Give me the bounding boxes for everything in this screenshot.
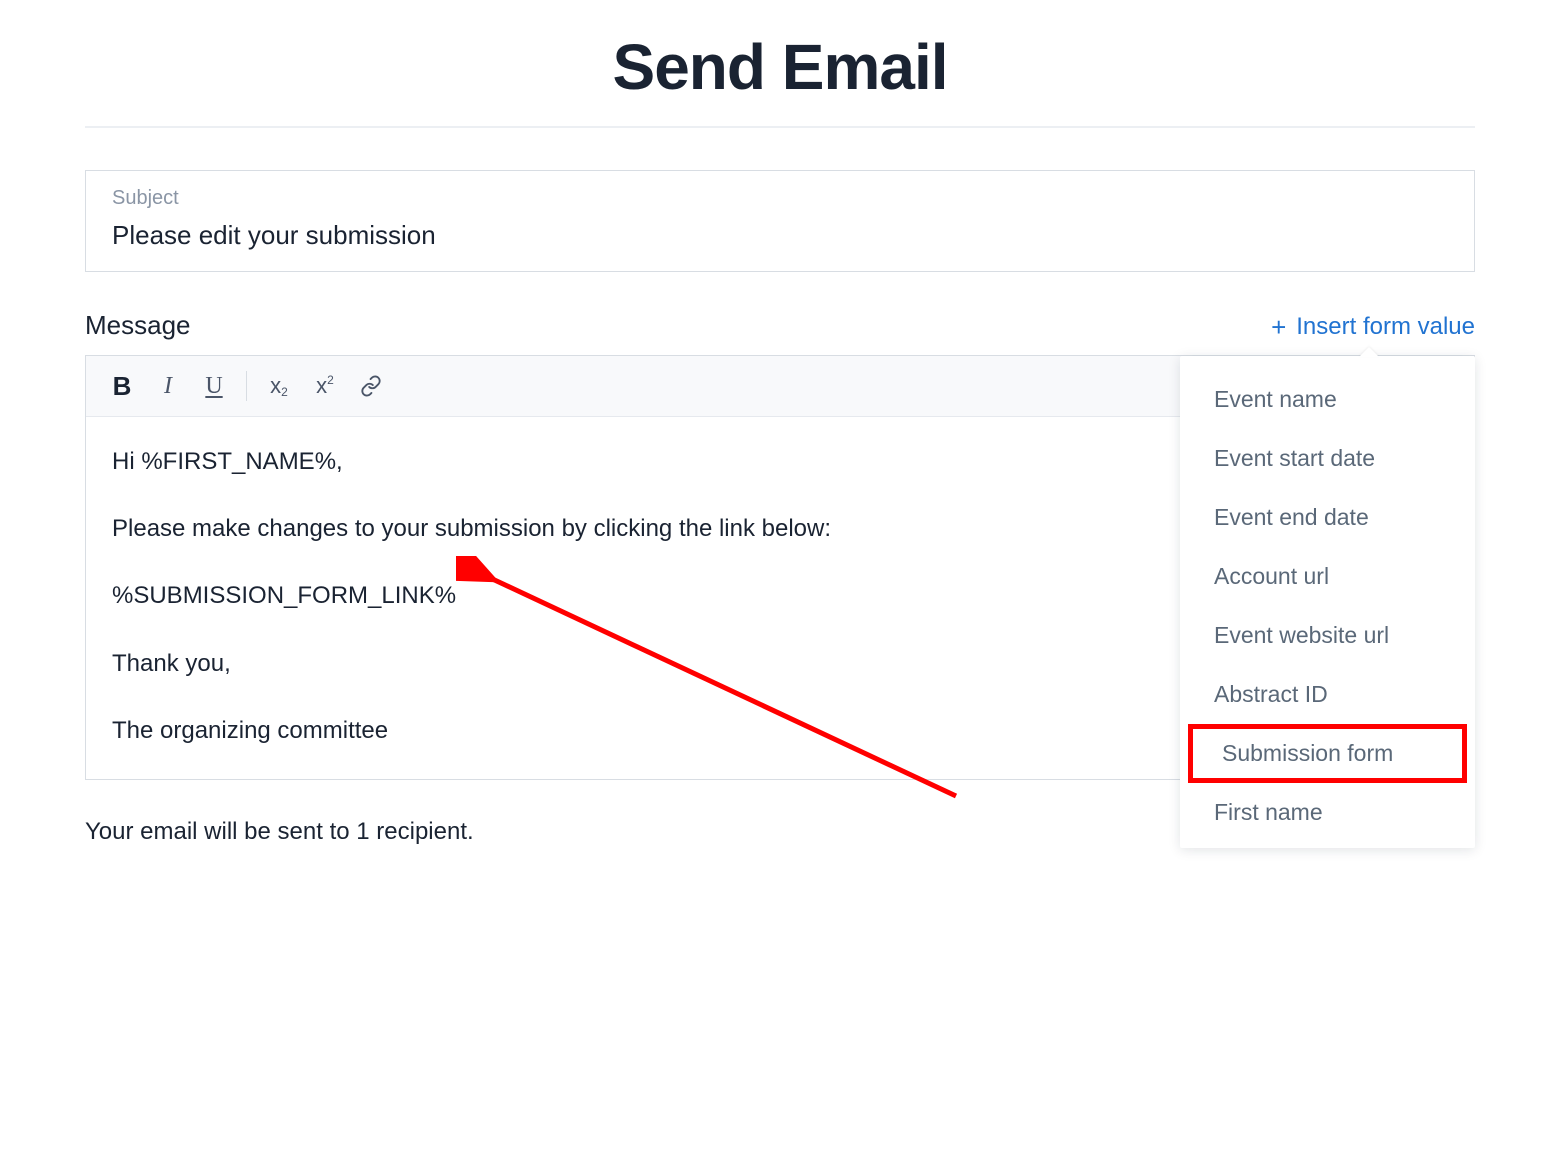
dropdown-item-submission-form[interactable]: Submission form xyxy=(1188,724,1467,783)
insert-form-value-dropdown: Event nameEvent start dateEvent end date… xyxy=(1180,356,1475,848)
subject-label: Subject xyxy=(112,187,1448,210)
divider xyxy=(85,126,1475,128)
bold-button[interactable]: B xyxy=(100,366,144,406)
message-header-row: Message + Insert form value xyxy=(85,310,1475,341)
message-editor: B I U x2 x2 Hi %FIRST_NAME%, Please make… xyxy=(85,355,1475,780)
dropdown-item-abstract-id[interactable]: Abstract ID xyxy=(1180,665,1475,724)
superscript-x: x xyxy=(316,373,327,399)
dropdown-item-account-url[interactable]: Account url xyxy=(1180,547,1475,606)
subscript-x: x xyxy=(270,373,281,399)
dropdown-item-first-name[interactable]: First name xyxy=(1180,783,1475,842)
dropdown-item-event-website-url[interactable]: Event website url xyxy=(1180,606,1475,665)
superscript-button[interactable]: x2 xyxy=(303,366,347,406)
dropdown-item-event-end-date[interactable]: Event end date xyxy=(1180,488,1475,547)
subscript-button[interactable]: x2 xyxy=(257,366,301,406)
italic-button[interactable]: I xyxy=(146,366,190,406)
superscript-2: 2 xyxy=(327,373,334,387)
toolbar-separator xyxy=(246,371,247,401)
subject-input[interactable] xyxy=(112,220,1448,251)
link-icon xyxy=(360,375,382,397)
message-label: Message xyxy=(85,310,191,341)
subject-field-container: Subject xyxy=(85,170,1475,272)
dropdown-item-event-name[interactable]: Event name xyxy=(1180,370,1475,429)
underline-button[interactable]: U xyxy=(192,366,236,406)
insert-form-value-link[interactable]: + Insert form value xyxy=(1271,313,1475,341)
dropdown-item-event-start-date[interactable]: Event start date xyxy=(1180,429,1475,488)
insert-form-value-label: Insert form value xyxy=(1296,313,1475,341)
page-title: Send Email xyxy=(85,30,1475,104)
subscript-2: 2 xyxy=(281,385,288,399)
link-button[interactable] xyxy=(349,366,393,406)
plus-icon: + xyxy=(1271,314,1286,340)
